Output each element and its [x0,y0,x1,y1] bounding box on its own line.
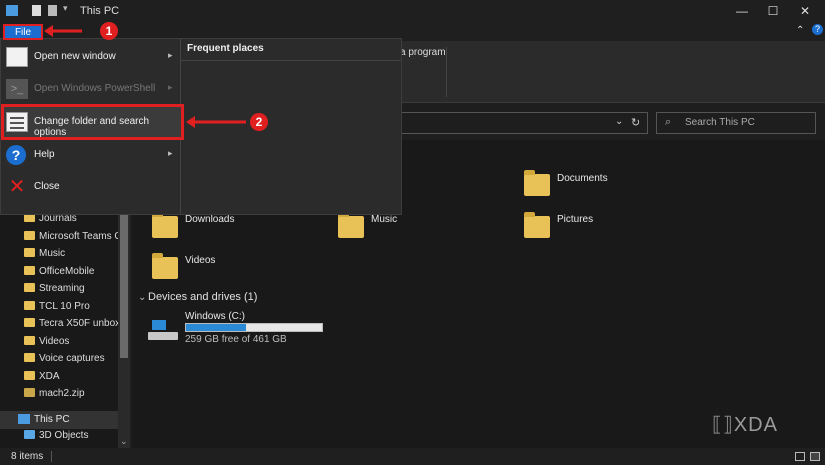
devices-header[interactable]: Devices and drives (1) [148,291,257,303]
properties-icon[interactable] [32,5,41,16]
folder-icon [24,318,35,327]
step-1-badge: 1 [100,22,118,40]
minimize-button[interactable]: — [727,0,757,23]
close-window-button[interactable]: ✕ [790,0,820,23]
folder-icon [24,283,35,292]
nav-item-3d-objects[interactable]: 3D Objects [24,430,124,447]
nav-item[interactable]: Tecra X50F unboxing [24,318,124,335]
maximize-button[interactable]: ☐ [758,0,788,23]
nav-item[interactable]: XDA [24,371,124,388]
nav-item[interactable]: Journals [24,213,124,230]
nav-scrollbar-thumb[interactable] [120,202,128,358]
step-2-badge: 2 [250,113,268,131]
search-box[interactable]: ⌕ Search This PC [656,112,816,134]
menu-change-folder-options[interactable]: Change folder and search options [0,107,180,138]
this-pc-icon [18,414,30,424]
folder-downloads[interactable]: Downloads [152,212,272,242]
menu-close[interactable]: ✕ Close [0,172,180,202]
nav-item[interactable]: mach2.zip [24,388,124,405]
folder-icon [24,336,35,345]
nav-item[interactable]: TCL 10 Pro [24,301,124,318]
documents-folder-icon [524,170,550,196]
folder-icon [24,266,35,275]
pictures-folder-icon [524,212,550,238]
status-divider [51,451,52,462]
window-title: This PC [80,5,120,17]
nav-item[interactable]: Streaming [24,283,124,300]
windows-drive-icon [148,320,178,342]
window-icon [6,47,28,67]
downloads-folder-icon [152,212,178,238]
ribbon-divider [446,47,447,97]
drive-usage-bar [185,323,323,332]
submenu-arrow-icon: ▸ [168,148,173,158]
zip-icon [24,388,35,397]
nav-item[interactable]: Videos [24,336,124,353]
close-icon: ✕ [8,176,26,198]
annotation-arrow-2 [186,116,246,128]
title-bar: ▾ This PC — ☐ ✕ [0,0,825,23]
drive-usage-fill [186,324,246,331]
folder-icon [24,371,35,380]
search-placeholder: Search This PC [685,117,755,128]
frequent-places-divider [180,60,401,61]
submenu-arrow-icon: ▸ [168,50,173,60]
details-view-icon[interactable] [795,452,805,461]
videos-folder-icon [152,253,178,279]
collapse-ribbon-icon[interactable]: ⌃ [796,25,804,36]
search-icon: ⌕ [665,116,672,128]
menu-open-powershell: >_ Open Windows PowerShell ▸ [0,74,180,104]
scroll-down-icon[interactable]: ⌄ [120,436,128,447]
submenu-arrow-icon: ▸ [168,82,173,92]
devices-collapse-icon[interactable]: ⌄ [138,292,146,303]
folder-documents[interactable]: Documents [524,170,644,200]
xda-watermark: ⟦⟧XDA [712,414,778,436]
nav-item[interactable]: Music [24,248,124,265]
frequent-places-header: Frequent places [187,43,264,54]
file-tab[interactable]: File [3,24,43,40]
help-icon: ? [6,145,26,165]
nav-item[interactable]: OfficeMobile [24,266,124,283]
folder-icon [24,231,35,240]
address-bar[interactable]: ⌄ ↻ [400,112,648,134]
large-icons-view-icon[interactable] [810,452,820,461]
nav-item[interactable]: Voice captures [24,353,124,370]
folder-icon [24,301,35,310]
ribbon-program-label[interactable]: a program [400,47,446,58]
xda-logo-icon: ⟦⟧ [712,414,734,436]
new-folder-icon[interactable] [48,5,57,16]
folder-pictures[interactable]: Pictures [524,212,644,242]
nav-item[interactable]: Microsoft Teams Ch [24,231,124,248]
3d-objects-icon [24,430,35,439]
status-bar: 8 items [0,448,825,465]
menu-help[interactable]: ? Help ▸ [0,140,180,170]
this-pc-icon [6,5,18,16]
folder-videos[interactable]: Videos [152,253,272,283]
folder-music[interactable]: Music [338,212,458,242]
folder-icon [24,353,35,362]
menu-open-new-window[interactable]: Open new window ▸ [0,42,180,72]
options-icon [6,112,28,132]
help-icon[interactable]: ? [812,24,823,35]
powershell-icon: >_ [6,79,28,99]
music-folder-icon [338,212,364,238]
quick-access-dropdown-icon[interactable]: ▾ [63,3,68,14]
address-dropdown-icon[interactable]: ⌄ [615,116,623,127]
nav-item-this-pc[interactable]: This PC [0,411,118,429]
item-count: 8 items [11,451,44,462]
drive-c[interactable]: Windows (C:) 259 GB free of 461 GB [146,308,346,348]
annotation-arrow-1 [44,25,82,37]
folder-icon [24,248,35,257]
refresh-icon[interactable]: ↻ [631,116,640,129]
